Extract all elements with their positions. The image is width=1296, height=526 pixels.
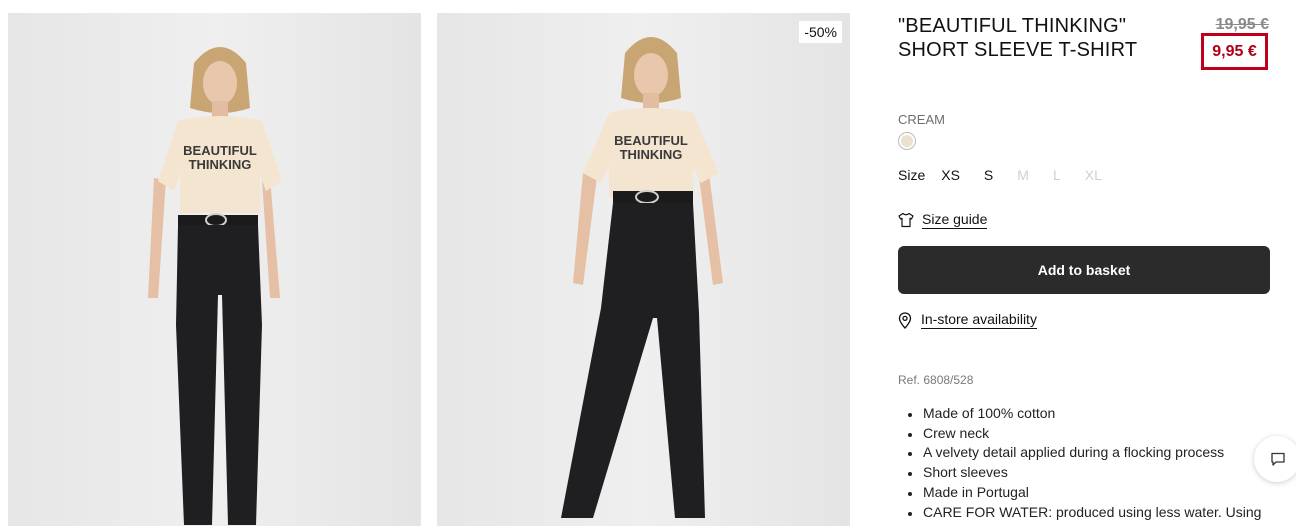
size-label: Size [898, 167, 926, 183]
size-option-m[interactable]: M [1017, 167, 1029, 183]
location-pin-icon [898, 311, 912, 329]
list-item: A velvety detail applied during a flocki… [908, 443, 1261, 463]
list-item: Short sleeves [908, 463, 1261, 483]
product-title: "BEAUTIFUL THINKING" SHORT SLEEVE T-SHIR… [898, 15, 1138, 61]
sale-price: 9,95 € [1201, 33, 1268, 70]
color-name: CREAM [898, 112, 945, 127]
shirt-print-line1: BEAUTIFUL [614, 133, 688, 148]
size-option-xs[interactable]: XS [941, 167, 960, 183]
product-reference: Ref. 6808/528 [898, 373, 974, 387]
instore-availability-link[interactable]: In-store availability [898, 311, 1037, 329]
add-to-basket-button[interactable]: Add to basket [898, 246, 1270, 294]
size-guide-link[interactable]: Size guide [898, 211, 988, 229]
shirt-print-line2: THINKING [620, 147, 683, 162]
discount-badge: -50% [799, 21, 842, 43]
instore-availability-label[interactable]: In-store availability [921, 311, 1037, 329]
size-guide-label[interactable]: Size guide [922, 211, 988, 229]
product-photo-front[interactable]: BEAUTIFUL THINKING [8, 13, 421, 526]
t-shirt-icon [898, 212, 914, 228]
list-item: Made in Portugal [908, 483, 1261, 503]
list-item: Crew neck [908, 424, 1261, 444]
product-photo-side[interactable]: BEAUTIFUL THINKING -50% [437, 13, 850, 526]
model-front-illustration: BEAUTIFUL THINKING [8, 13, 421, 526]
feature-list: Made of 100% cotton Crew neck A velvety … [908, 404, 1261, 522]
chat-button[interactable] [1254, 436, 1296, 482]
size-option-s[interactable]: S [984, 167, 993, 183]
size-option-l[interactable]: L [1053, 167, 1061, 183]
size-selector: Size XS S M L XL [898, 167, 1126, 183]
list-item: Made of 100% cotton [908, 404, 1261, 424]
list-item: CARE FOR WATER: produced using less wate… [908, 503, 1261, 523]
model-side-illustration: BEAUTIFUL THINKING [437, 13, 850, 526]
shirt-print-line2: THINKING [189, 157, 252, 172]
size-option-xl[interactable]: XL [1085, 167, 1102, 183]
original-price: 19,95 € [1215, 16, 1269, 33]
shirt-print-line1: BEAUTIFUL [183, 143, 257, 158]
color-swatch-cream[interactable] [898, 132, 916, 150]
chat-icon [1271, 452, 1285, 466]
